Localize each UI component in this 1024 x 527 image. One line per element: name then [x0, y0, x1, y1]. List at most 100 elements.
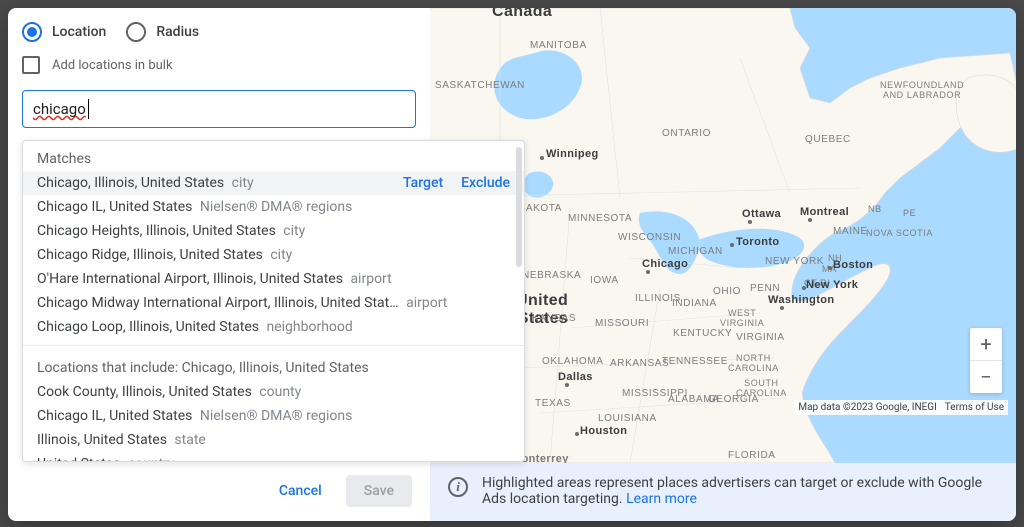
left-pane: Location Radius Add locations in bulk ch…	[8, 8, 430, 521]
suggestion-type: state	[171, 432, 206, 448]
radio-location-label: Location	[52, 24, 106, 40]
map-label-arkansas: ARKANSAS	[610, 358, 669, 369]
bulk-row[interactable]: Add locations in bulk	[8, 50, 430, 78]
map-label-kentucky: KENTUCKY	[673, 328, 732, 339]
suggestion-name: United States	[37, 456, 120, 461]
suggestion-name: Chicago IL, United States	[37, 408, 192, 424]
save-button[interactable]: Save	[346, 475, 412, 507]
text-caret	[88, 99, 89, 119]
search-value: chicago	[33, 100, 86, 118]
map-label-scarolina: SOUTH CAROLINA	[736, 378, 787, 398]
suggestion-name: Chicago Heights, Illinois, United States	[37, 223, 276, 239]
suggestion-type: Nielsen® DMA® regions	[196, 408, 352, 424]
learn-more-link[interactable]: Learn more	[626, 491, 697, 507]
map-city-toronto: Toronto	[736, 236, 780, 248]
suggestion-type: city	[267, 247, 292, 263]
city-dot	[730, 243, 734, 247]
dialog-footer: Cancel Save	[8, 463, 430, 521]
map-label-ontario: ONTARIO	[662, 128, 711, 139]
city-dot	[646, 270, 650, 274]
radio-location[interactable]: Location	[22, 22, 106, 42]
suggestion-row[interactable]: Chicago Heights, Illinois, United States…	[23, 219, 524, 243]
city-dot	[575, 432, 579, 436]
checkbox-icon[interactable]	[22, 56, 40, 74]
map-city-newyork: New York	[806, 279, 858, 291]
radio-radius[interactable]: Radius	[126, 22, 199, 42]
map-label-pe: PE	[903, 208, 916, 218]
suggestion-type: airport	[403, 295, 448, 311]
suggestion-type: Nielsen® DMA® regions	[196, 199, 352, 215]
suggestion-name: Chicago Midway International Airport, Il…	[37, 295, 399, 311]
notice-text-container: Highlighted areas represent places adver…	[482, 475, 998, 507]
map-label-tennessee: TENNESSEE	[662, 356, 728, 367]
map-label-saskatchewan: SASKATCHEWAN	[435, 80, 525, 91]
map-label-michigan: MICHIGAN	[668, 246, 723, 257]
map-label-kansas: KANSAS	[532, 313, 576, 324]
zoom-in-button[interactable]: +	[970, 328, 1002, 360]
map-label-virginia: VIRGINIA	[736, 332, 785, 343]
bulk-label: Add locations in bulk	[52, 58, 173, 73]
targeting-mode-radios: Location Radius	[8, 8, 430, 50]
suggestion-row[interactable]: O'Hare International Airport, Illinois, …	[23, 267, 524, 291]
suggestion-type: county	[256, 384, 301, 400]
map-label-indiana: INDIANA	[672, 298, 717, 309]
dropdown-scroll[interactable]: Matches Chicago, Illinois, United States…	[23, 141, 524, 461]
suggestion-row[interactable]: United States country	[23, 452, 524, 461]
city-dot	[808, 218, 812, 222]
target-link[interactable]: Target	[403, 175, 443, 191]
suggestion-type: country	[124, 456, 174, 461]
map-label-minnesota: MINNESOTA	[568, 213, 632, 224]
city-dot	[748, 220, 752, 224]
map-city-ottawa: Ottawa	[742, 208, 781, 220]
map-label-florida: FLORIDA	[728, 450, 776, 461]
location-search-input[interactable]: chicago	[22, 90, 416, 128]
search-wrap: chicago	[8, 78, 430, 136]
map-label-iowa: IOWA	[590, 275, 619, 286]
map-label-nb: NB	[868, 204, 882, 214]
zoom-control: + −	[970, 328, 1002, 393]
suggestion-name: Chicago Ridge, Illinois, United States	[37, 247, 263, 263]
suggestion-row[interactable]: Chicago Midway International Airport, Il…	[23, 291, 524, 315]
suggestion-row[interactable]: Chicago, Illinois, United States cityTar…	[23, 171, 524, 195]
suggestion-name: Chicago Loop, Illinois, United States	[37, 319, 259, 335]
notice-text: Highlighted areas represent places adver…	[482, 475, 982, 507]
suggestion-row[interactable]: Cook County, Illinois, United States cou…	[23, 380, 524, 404]
map-label-canada: Canada	[492, 8, 552, 21]
suggestion-name: Illinois, United States	[37, 432, 167, 448]
map-terms-link[interactable]: Terms of Use	[945, 402, 1004, 413]
map-label-quebec: QUEBEC	[805, 134, 851, 145]
map-label-newfoundland: NEWFOUNDLAND AND LABRADOR	[880, 80, 964, 100]
map-city-chicago: Chicago	[642, 258, 688, 270]
map-city-washington: Washington	[768, 294, 835, 306]
map-label-missouri: MISSOURI	[595, 318, 649, 329]
info-icon: i	[448, 477, 468, 497]
map-label-wvirginia: WEST VIRGINIA	[720, 308, 764, 328]
suggestion-row[interactable]: Chicago IL, United States Nielsen® DMA® …	[23, 195, 524, 219]
location-dialog: Location Radius Add locations in bulk ch…	[8, 8, 1016, 521]
map-label-ohio: OHIO	[713, 286, 741, 297]
map-label-penn: PENN	[750, 283, 780, 294]
zoom-out-button[interactable]: −	[970, 361, 1002, 393]
map-label-ncarolina: NORTH CAROLINA	[728, 353, 779, 373]
map-label-novascotia: NOVA SCOTIA	[866, 228, 933, 238]
map-label-nystate: NEW YORK	[765, 256, 824, 267]
info-notice: i Highlighted areas represent places adv…	[430, 463, 1016, 521]
suggestion-row[interactable]: Chicago IL, United States Nielsen® DMA® …	[23, 404, 524, 428]
radio-radius-label: Radius	[156, 24, 199, 40]
cancel-button[interactable]: Cancel	[265, 475, 336, 507]
matches-section-label: Matches	[23, 141, 524, 171]
map-label-maine: MAINE	[833, 226, 868, 237]
suggestion-type: airport	[347, 271, 392, 287]
suggestion-type: city	[280, 223, 305, 239]
exclude-link[interactable]: Exclude	[461, 175, 510, 191]
map-label-manitoba: MANITOBA	[530, 40, 587, 51]
suggestion-name: Chicago IL, United States	[37, 199, 192, 215]
suggestion-row[interactable]: Illinois, United States state	[23, 428, 524, 452]
map-label-louisiana: LOUISIANA	[598, 413, 657, 424]
city-dot	[828, 266, 832, 270]
suggestion-name: Cook County, Illinois, United States	[37, 384, 252, 400]
map-city-dallas: Dallas	[558, 371, 593, 383]
city-dot	[780, 306, 784, 310]
suggestion-row[interactable]: Chicago Loop, Illinois, United States ne…	[23, 315, 524, 339]
suggestion-row[interactable]: Chicago Ridge, Illinois, United States c…	[23, 243, 524, 267]
